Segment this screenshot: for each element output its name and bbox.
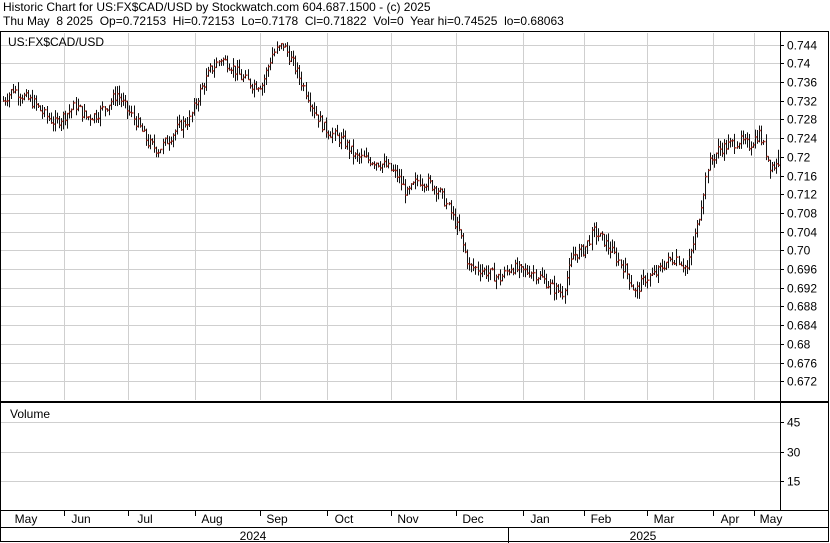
month-axis-labels: May Jun Jul Aug Sep Oct Nov Dec Jan Feb Mar Apr May (15, 512, 783, 526)
price-tick-label: 0.724 (787, 132, 817, 146)
month-label: Jan (530, 512, 549, 526)
price-tick-label: 0.692 (787, 282, 817, 296)
volume-tick-label: 15 (787, 475, 801, 489)
month-label: Jul (137, 512, 152, 526)
price-tick-label: 0.672 (787, 375, 817, 389)
price-tick-label: 0.744 (787, 39, 817, 53)
price-tick-label: 0.70 (787, 244, 811, 258)
price-tick-label: 0.676 (787, 357, 817, 371)
price-tick-label: 0.716 (787, 170, 817, 184)
price-volume-chart: US:FX$CAD/USD Volume 0.744 0.74 0.736 0.732… (0, 31, 829, 543)
price-panel-frame (0, 31, 829, 402)
price-tick-label: 0.74 (787, 57, 811, 71)
price-tick-label: 0.684 (787, 319, 817, 333)
price-tick-label: 0.68 (787, 338, 811, 352)
price-tick-label: 0.732 (787, 95, 817, 109)
price-tick-label: 0.728 (787, 113, 817, 127)
price-tick-label: 0.696 (787, 263, 817, 277)
price-tick-label: 0.712 (787, 188, 817, 202)
month-label: May (15, 512, 38, 526)
price-tick-label: 0.708 (787, 207, 817, 221)
year-axis-labels: 2024 2025 (240, 529, 657, 543)
month-label: Mar (654, 512, 675, 526)
year-label: 2025 (630, 529, 657, 543)
month-label: Feb (591, 512, 612, 526)
month-label: Jun (71, 512, 90, 526)
price-panel-title: US:FX$CAD/USD (8, 35, 104, 49)
year-label: 2024 (240, 529, 267, 543)
volume-tick-label: 30 (787, 446, 801, 460)
month-label: May (760, 512, 783, 526)
price-tick-label: 0.736 (787, 76, 817, 90)
volume-axis-labels: 45 30 15 (787, 416, 801, 489)
price-axis-labels: 0.744 0.74 0.736 0.732 0.728 0.724 0.72 0.716 0.… (787, 39, 817, 389)
month-label: Oct (335, 512, 354, 526)
volume-panel-title: Volume (10, 407, 50, 421)
month-label: Aug (201, 512, 222, 526)
month-label: Apr (721, 512, 740, 526)
volume-tick-label: 45 (787, 416, 801, 430)
price-tick-label: 0.72 (787, 151, 811, 165)
chart-frame (0, 31, 829, 543)
month-label: Sep (266, 512, 288, 526)
price-tick-label: 0.704 (787, 226, 817, 240)
month-label: Dec (462, 512, 483, 526)
month-label: Nov (397, 512, 418, 526)
price-tick-label: 0.688 (787, 300, 817, 314)
